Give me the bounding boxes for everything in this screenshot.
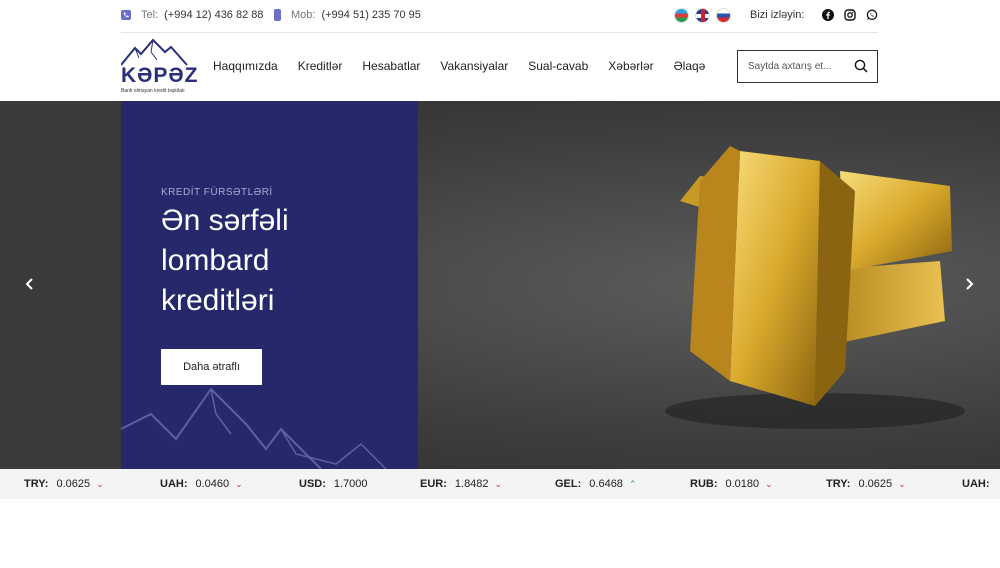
rate-value: 1.8482 <box>454 478 489 490</box>
rate-code: TRY: <box>826 478 851 490</box>
mob-value: (+994 51) 235 70 95 <box>321 9 421 21</box>
rate-code: UAH: <box>160 478 188 490</box>
chevron-down-icon: ⌄ <box>765 478 773 489</box>
search-box <box>737 50 878 83</box>
prev-slide-chevron-left-icon[interactable] <box>22 276 38 292</box>
tel-label: Tel: <box>141 9 159 21</box>
flag-uk-icon[interactable] <box>695 8 710 23</box>
nav-vacancies[interactable]: Vakansiyalar <box>440 59 508 73</box>
mobile-icon <box>274 9 281 21</box>
rate-code: RUB: <box>690 478 718 490</box>
logo-tagline: Bank olmayan kredit təşkilatı <box>121 88 185 94</box>
rate-item: TRY: 0.0625 ⌄ <box>24 478 104 490</box>
top-bar: Tel: (+994 12) 436 82 88 Mob: (+994 51) … <box>0 0 1000 32</box>
rate-item: USD: 1.7000 <box>299 478 368 490</box>
logo-wordmark: KƏPƏZ <box>121 64 199 87</box>
search-input[interactable] <box>738 61 848 72</box>
follow-label: Bizi izləyin: <box>750 9 805 21</box>
rate-value: 0.6468 <box>589 478 623 490</box>
gold-bars-image <box>665 146 965 429</box>
chevron-down-icon: ⌄ <box>494 478 503 489</box>
nav-credits[interactable]: Kreditlər <box>298 59 343 73</box>
tel-value: (+994 12) 436 82 88 <box>164 9 264 21</box>
mob-label: Mob: <box>291 9 316 21</box>
next-slide-chevron-right-icon[interactable] <box>961 276 977 292</box>
rate-value: 0.0625 <box>858 478 893 490</box>
search-icon[interactable] <box>854 59 868 73</box>
flag-az-icon[interactable] <box>674 8 689 23</box>
rate-code: EUR: <box>420 478 447 490</box>
rate-code: TRY: <box>24 478 49 490</box>
rate-value: 0.0460 <box>195 478 230 490</box>
mobile-contact[interactable]: Mob: (+994 51) 235 70 95 <box>274 9 421 21</box>
whatsapp-icon[interactable] <box>866 8 878 21</box>
hero-slider: KREDİT FÜRSƏTLƏRİ Ən sərfəli lombard kre… <box>0 101 1000 469</box>
chevron-up-icon: ⌃ <box>628 478 637 489</box>
language-switcher <box>674 8 731 23</box>
nav-contact[interactable]: Əlaqə <box>674 59 706 73</box>
rate-item: TRY: 0.0625 ⌄ <box>826 478 906 490</box>
flag-ru-icon[interactable] <box>716 8 731 23</box>
nav-about[interactable]: Haqqımızda <box>213 59 278 73</box>
instagram-icon[interactable] <box>844 8 856 21</box>
rate-code: GEL: <box>555 478 582 490</box>
rate-item: UAH: 0.0460 ⌄ <box>160 478 243 490</box>
top-divider <box>121 32 878 33</box>
rate-item: GEL: 0.6468 ⌃ <box>555 478 636 490</box>
rate-value: 0.0625 <box>56 478 91 490</box>
rate-item: EUR: 1.8482 ⌄ <box>420 478 502 490</box>
chevron-down-icon: ⌄ <box>96 478 104 489</box>
chevron-down-icon: ⌄ <box>235 478 243 489</box>
phone-icon <box>121 10 131 20</box>
currency-ticker: TRY: 0.0625 ⌄ UAH: 0.0460 ⌄ USD: 1.7000 … <box>0 469 1000 499</box>
hero-eyebrow: KREDİT FÜRSƏTLƏRİ <box>161 187 273 198</box>
mountain-decoration <box>121 387 387 469</box>
hero-headline: Ən sərfəli lombard kreditləri <box>161 204 289 317</box>
nav-reports[interactable]: Hesabatlar <box>362 59 420 73</box>
rate-code: USD: <box>299 478 326 490</box>
mountain-logo-icon <box>121 38 188 66</box>
rate-value: 1.7000 <box>333 478 368 490</box>
chevron-down-icon: ⌄ <box>898 478 906 489</box>
rate-code: UAH: <box>962 478 990 490</box>
site-logo[interactable]: KƏPƏZ Bank olmayan kredit təşkilatı <box>121 38 198 96</box>
rate-value: 0.0180 <box>725 478 760 490</box>
hero-panel: KREDİT FÜRSƏTLƏRİ Ən sərfəli lombard kre… <box>121 101 418 469</box>
nav-news[interactable]: Xəbərlər <box>608 59 653 73</box>
hero-left-bg <box>0 101 121 469</box>
nav-faq[interactable]: Sual-cavab <box>528 59 588 73</box>
phone-contact[interactable]: Tel: (+994 12) 436 82 88 <box>121 9 264 21</box>
rate-item: RUB: 0.0180 ⌄ <box>690 478 773 490</box>
facebook-icon[interactable] <box>822 8 834 21</box>
rate-item: UAH: <box>962 478 998 490</box>
main-nav: Haqqımızda Kreditlər Hesabatlar Vakansiy… <box>213 59 725 73</box>
social-links <box>822 8 878 21</box>
